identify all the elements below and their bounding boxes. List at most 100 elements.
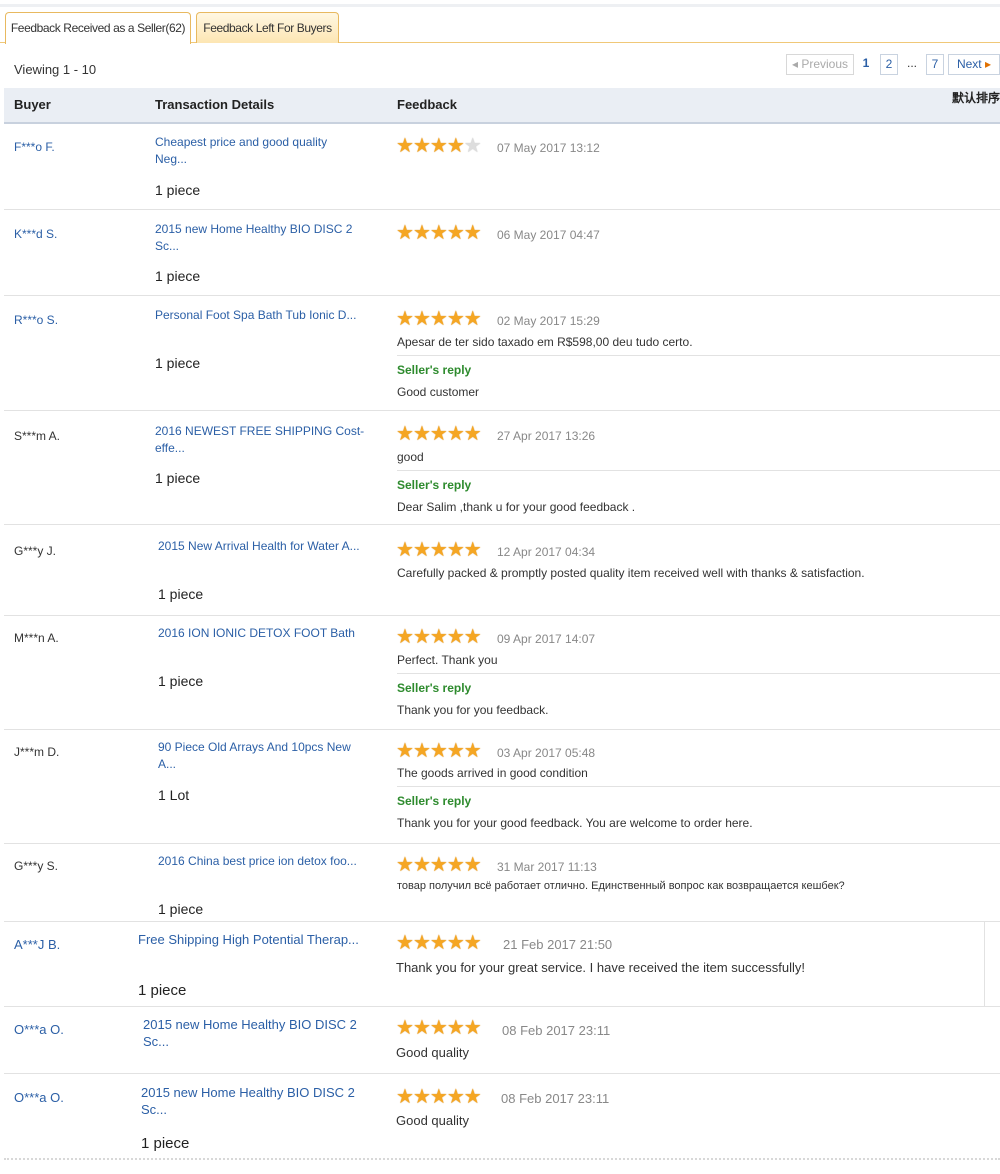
- feedback-date: 03 Apr 2017 05:48: [497, 746, 596, 760]
- feedback-date: 07 May 2017 13:12: [497, 141, 600, 155]
- reply-divider: [397, 355, 1000, 356]
- rating-stars: ★★★★★: [396, 932, 482, 954]
- buyer-name[interactable]: O***a O.: [14, 1022, 64, 1037]
- feedback-comment: The goods arrived in good condition: [397, 766, 588, 780]
- buyer-name[interactable]: F***o F.: [14, 140, 55, 154]
- previous-button[interactable]: ◂ Previous: [786, 54, 854, 75]
- quantity: 1 piece: [155, 355, 201, 371]
- page-ellipsis: ...: [902, 54, 922, 73]
- product-title-line1: 2015 New Arrival Health for Water A...: [158, 539, 360, 553]
- product-title-link[interactable]: 2015 new Home Healthy BIO DISC 2 Sc...: [143, 1016, 368, 1050]
- product-title-line1: Cheapest price and good quality: [155, 135, 328, 149]
- star-filled-icon: ★: [429, 932, 448, 954]
- buyer-name[interactable]: R***o S.: [14, 313, 58, 327]
- star-filled-icon: ★: [446, 539, 465, 561]
- star-filled-icon: ★: [412, 740, 431, 762]
- star-filled-icon: ★: [396, 423, 414, 445]
- star-filled-icon: ★: [429, 626, 448, 648]
- seller-reply-text: Thank you for your good feedback. You ar…: [397, 816, 753, 830]
- buyer-name[interactable]: J***m D.: [14, 745, 59, 759]
- product-title-line1: 90 Piece Old Arrays And 10pcs New: [158, 740, 351, 754]
- table-row: R***o S. Personal Foot Spa Bath Tub Ioni…: [4, 296, 1000, 411]
- product-title-link[interactable]: 2015 new Home Healthy BIO DISC 2 Sc...: [141, 1084, 366, 1118]
- sort-default-link[interactable]: 默认排序: [952, 89, 1000, 106]
- table-row: F***o F. Cheapest price and good quality…: [4, 124, 1000, 210]
- table-row: J***m D. 90 Piece Old Arrays And 10pcs N…: [4, 730, 1000, 844]
- star-filled-icon: ★: [412, 423, 431, 445]
- star-filled-icon: ★: [429, 308, 448, 330]
- buyer-name[interactable]: A***J B.: [14, 937, 60, 952]
- tab-feedback-received[interactable]: Feedback Received as a Seller(62): [5, 12, 191, 44]
- star-filled-icon: ★: [446, 1086, 465, 1108]
- product-title-line1: 2015 new Home Healthy BIO DISC 2: [143, 1017, 357, 1032]
- feedback-comment: Carefully packed & promptly posted quali…: [397, 566, 865, 580]
- seller-reply-label: Seller's reply: [397, 794, 472, 808]
- next-button[interactable]: Next ▸: [948, 54, 1000, 75]
- star-filled-icon: ★: [412, 135, 431, 157]
- feedback-date: 27 Apr 2017 13:26: [497, 429, 596, 443]
- quantity: 1 piece: [158, 586, 204, 602]
- chevron-right-icon: ▸: [985, 57, 992, 71]
- table-row: G***y S. 2016 China best price ion detox…: [4, 844, 1000, 922]
- product-title-line2: Sc...: [155, 239, 180, 253]
- page-1-link[interactable]: 1: [858, 54, 874, 73]
- star-filled-icon: ★: [396, 1017, 414, 1039]
- product-title-link[interactable]: 2016 China best price ion detox foo...: [158, 853, 383, 870]
- star-filled-icon: ★: [463, 222, 482, 244]
- star-filled-icon: ★: [463, 539, 482, 561]
- product-title-line1: 2016 NEWEST FREE SHIPPING Cost-: [155, 424, 365, 438]
- quantity: 1 piece: [158, 673, 204, 689]
- star-filled-icon: ★: [446, 222, 465, 244]
- star-filled-icon: ★: [446, 626, 465, 648]
- product-title-link[interactable]: 90 Piece Old Arrays And 10pcs New A...: [158, 739, 380, 773]
- product-title-link[interactable]: 2016 NEWEST FREE SHIPPING Cost- effe...: [155, 423, 385, 457]
- product-title-line2: Sc...: [143, 1034, 170, 1049]
- page-2-link[interactable]: 2: [880, 54, 898, 75]
- star-filled-icon: ★: [429, 740, 448, 762]
- buyer-name[interactable]: M***n A.: [14, 631, 59, 645]
- product-title-line1: Personal Foot Spa Bath Tub Ionic D...: [155, 308, 357, 322]
- table-header: Buyer Transaction Details Feedback: [4, 88, 1000, 124]
- buyer-name[interactable]: G***y S.: [14, 859, 58, 873]
- product-title-line2: A...: [158, 757, 177, 771]
- previous-label: Previous: [801, 57, 849, 71]
- star-empty-icon: ★: [463, 135, 482, 157]
- product-title-link[interactable]: Free Shipping High Potential Therap...: [138, 931, 378, 948]
- table-row: M***n A. 2016 ION IONIC DETOX FOOT Bath …: [4, 616, 1000, 730]
- buyer-name[interactable]: G***y J.: [14, 544, 56, 558]
- rating-stars: ★★★★★: [396, 222, 482, 244]
- product-title-link[interactable]: 2015 new Home Healthy BIO DISC 2 Sc...: [155, 221, 380, 255]
- feedback-comment: Apesar de ter sido taxado em R$598,00 de…: [397, 335, 693, 349]
- star-filled-icon: ★: [396, 854, 414, 876]
- product-title-link[interactable]: Cheapest price and good quality Neg...: [155, 134, 380, 168]
- star-filled-icon: ★: [396, 932, 414, 954]
- product-title-link[interactable]: Personal Foot Spa Bath Tub Ionic D...: [155, 307, 380, 324]
- star-filled-icon: ★: [412, 1017, 431, 1039]
- star-filled-icon: ★: [463, 854, 482, 876]
- reply-divider: [397, 470, 1000, 471]
- buyer-name[interactable]: O***a O.: [14, 1090, 64, 1105]
- feedback-date: 08 Feb 2017 23:11: [502, 1023, 611, 1038]
- seller-reply-label: Seller's reply: [397, 363, 472, 377]
- product-title-line1: Free Shipping High Potential Therap...: [138, 932, 359, 947]
- product-title-line1: 2016 ION IONIC DETOX FOOT Bath: [158, 626, 355, 640]
- seller-reply-text: Thank you for you feedback.: [397, 703, 549, 717]
- page-7-link[interactable]: 7: [926, 54, 944, 75]
- star-filled-icon: ★: [446, 1017, 465, 1039]
- star-filled-icon: ★: [463, 1017, 482, 1039]
- rating-stars: ★★★★★: [396, 740, 482, 762]
- star-filled-icon: ★: [412, 932, 431, 954]
- buyer-name[interactable]: K***d S.: [14, 227, 57, 241]
- star-filled-icon: ★: [429, 423, 448, 445]
- star-filled-icon: ★: [446, 932, 465, 954]
- star-filled-icon: ★: [463, 423, 482, 445]
- buyer-name[interactable]: S***m A.: [14, 429, 60, 443]
- rating-stars: ★★★★★: [396, 308, 482, 330]
- feedback-comment: good: [397, 450, 424, 464]
- product-title-link[interactable]: 2015 New Arrival Health for Water A...: [158, 538, 383, 555]
- feedback-date: 21 Feb 2017 21:50: [503, 937, 613, 952]
- star-filled-icon: ★: [429, 539, 448, 561]
- tab-feedback-left[interactable]: Feedback Left For Buyers: [196, 12, 339, 43]
- star-filled-icon: ★: [396, 308, 414, 330]
- product-title-link[interactable]: 2016 ION IONIC DETOX FOOT Bath: [158, 625, 383, 642]
